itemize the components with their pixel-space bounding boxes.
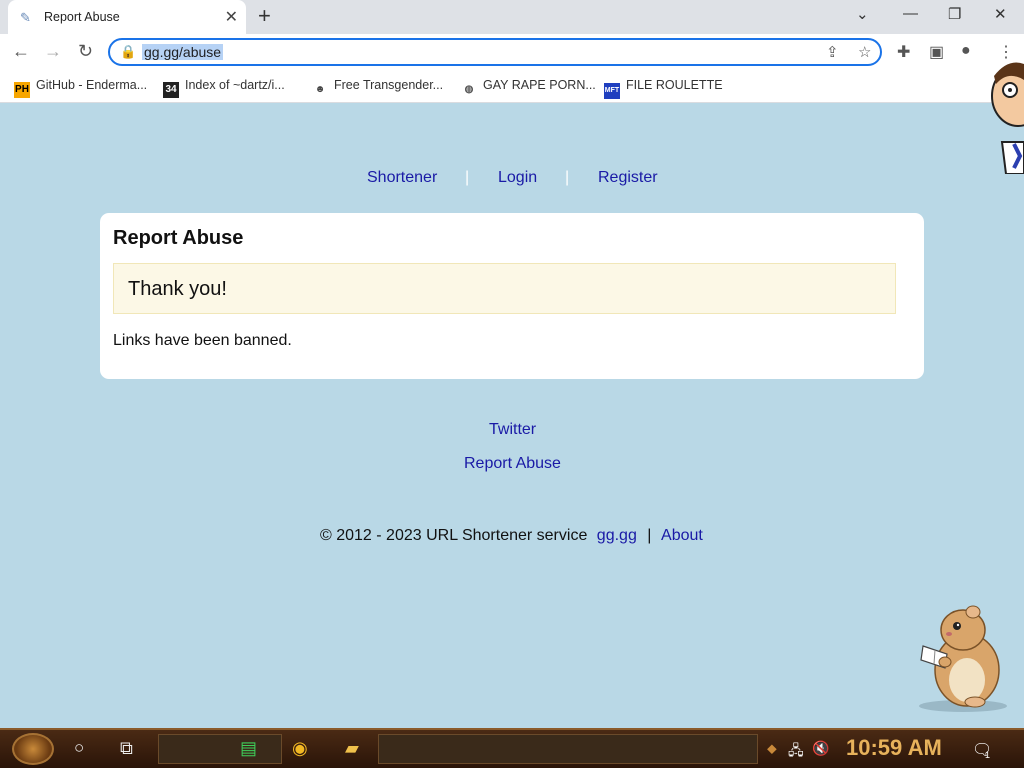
- nav-shortener-link[interactable]: Shortener: [367, 169, 437, 187]
- bookmark-globe-site[interactable]: ◍ GAY RAPE PORN...: [461, 78, 596, 98]
- bookmark-label: GitHub - Enderma...: [36, 78, 148, 92]
- volume-muted-icon[interactable]: 🔇: [812, 740, 829, 757]
- taskbar: ○ ⧉ ▤ ◉ ▰ ⬥ 🖧 🔇 10:59 AM 🗨 1: [0, 728, 1024, 768]
- start-button[interactable]: [12, 733, 54, 765]
- cartoon-character-icon: [991, 62, 1024, 174]
- taskbar-app-slot: [158, 734, 282, 764]
- file-explorer-icon[interactable]: ▰: [345, 738, 359, 759]
- footer-twitter-link[interactable]: Twitter: [489, 421, 536, 439]
- back-arrow-icon[interactable]: ←: [12, 41, 30, 62]
- footer-separator: |: [647, 527, 652, 544]
- browser-tab[interactable]: ✎ Report Abuse ✕: [8, 0, 246, 34]
- close-window-button[interactable]: ✕: [994, 5, 1007, 23]
- minimize-button[interactable]: —: [903, 5, 918, 22]
- nav-login-link[interactable]: Login: [498, 169, 537, 187]
- network-icon[interactable]: 🖧: [788, 740, 804, 764]
- bookmark-free-transgender[interactable]: ☻ Free Transgender...: [312, 78, 443, 98]
- card-title: Report Abuse: [113, 227, 244, 249]
- footer-about-link[interactable]: About: [661, 527, 703, 544]
- tab-search-chevron-icon[interactable]: ⌄: [856, 5, 869, 23]
- notes-app-icon[interactable]: ▤: [240, 738, 257, 759]
- cortana-circle-icon[interactable]: ○: [74, 738, 84, 758]
- address-bar[interactable]: 🔒 gg.gg/abuse ⇪ ☆: [108, 38, 882, 66]
- footer-site-link[interactable]: gg.gg: [597, 527, 637, 544]
- globe-icon: ◍: [464, 84, 474, 95]
- nav-separator: |: [465, 169, 470, 186]
- result-message: Links have been banned.: [113, 332, 292, 349]
- chrome-browser-icon[interactable]: ◉: [292, 738, 308, 759]
- taskbar-empty-area: [378, 734, 758, 764]
- tray-overflow-icon[interactable]: ⬥: [767, 740, 777, 757]
- footer-copyright: © 2012 - 2023 URL Shortener service gg.g…: [320, 527, 703, 545]
- bookmark-index-dartz[interactable]: 34 Index of ~dartz/i...: [163, 78, 285, 98]
- task-view-icon[interactable]: ⧉: [120, 738, 133, 759]
- new-tab-button[interactable]: +: [258, 3, 271, 29]
- browser-title-bar: ✎ Report Abuse ✕ + ⌄ — ❐ ✕: [0, 0, 1024, 34]
- tab-title: Report Abuse: [44, 10, 120, 24]
- success-alert: Thank you!: [113, 263, 896, 314]
- forward-arrow-icon[interactable]: →: [44, 41, 62, 62]
- bookmark-label: FILE ROULETTE: [626, 78, 723, 92]
- profile-avatar-icon[interactable]: ●: [961, 42, 971, 60]
- mft-logo-icon: MFT: [604, 83, 620, 99]
- alert-text: Thank you!: [128, 278, 227, 300]
- pornhub-logo-icon: PH: [14, 82, 30, 98]
- taskbar-clock[interactable]: 10:59 AM: [846, 735, 942, 761]
- bookmark-label: Index of ~dartz/i...: [185, 78, 285, 92]
- bookmarks-bar: PH GitHub - Enderma... 34 Index of ~dartz/…: [0, 72, 1024, 103]
- bookmark-label: Free Transgender...: [334, 78, 444, 92]
- footer-report-abuse-link[interactable]: Report Abuse: [464, 455, 561, 473]
- restore-button[interactable]: ❐: [948, 5, 961, 23]
- bookmark-file-roulette[interactable]: MFT FILE ROULETTE: [604, 78, 723, 99]
- report-abuse-card: Report Abuse Thank you! Links have been …: [100, 213, 924, 379]
- url-text[interactable]: gg.gg/abuse: [142, 44, 224, 60]
- tab-favicon-icon: ✎: [20, 10, 31, 25]
- lock-icon[interactable]: 🔒: [120, 44, 136, 60]
- hamster-reading-icon: [919, 605, 1007, 712]
- nav-register-link[interactable]: Register: [598, 169, 658, 187]
- bookmark-star-icon[interactable]: ☆: [858, 43, 871, 61]
- numbered-favicon-icon: 34: [163, 82, 179, 98]
- tab-close-icon[interactable]: ✕: [225, 7, 238, 27]
- side-panel-icon[interactable]: ▣: [929, 42, 944, 62]
- bookmark-github[interactable]: PH GitHub - Enderma...: [14, 78, 147, 98]
- copyright-text: © 2012 - 2023 URL Shortener service: [320, 527, 588, 544]
- notification-count: 1: [985, 750, 991, 760]
- nav-separator: |: [565, 169, 570, 186]
- mask-icon: ☻: [314, 84, 326, 95]
- browser-toolbar: ← → ↻ 🔒 gg.gg/abuse ⇪ ☆ ✚ ▣ ● ⋮: [0, 34, 1024, 72]
- bookmark-label: GAY RAPE PORN...: [483, 78, 596, 92]
- reload-icon[interactable]: ↻: [78, 41, 93, 62]
- share-icon[interactable]: ⇪: [826, 43, 839, 61]
- extensions-puzzle-icon[interactable]: ✚: [897, 42, 910, 62]
